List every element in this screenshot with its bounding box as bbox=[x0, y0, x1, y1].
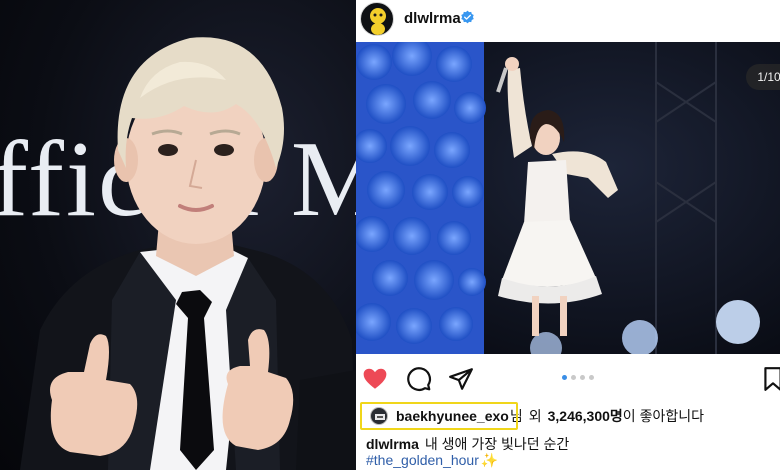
press-photo: fficial M bbox=[0, 0, 356, 470]
share-icon[interactable] bbox=[448, 366, 474, 392]
carousel-dot bbox=[580, 375, 585, 380]
highlight-box bbox=[360, 402, 518, 430]
hashtag-line: #the_golden_hour ✨ bbox=[366, 452, 498, 469]
carousel-dot bbox=[571, 375, 576, 380]
carousel-indicator bbox=[562, 375, 594, 381]
image-counter: 1/10 bbox=[746, 64, 780, 90]
heart-icon[interactable] bbox=[362, 366, 388, 392]
verified-badge-icon bbox=[461, 10, 474, 24]
instagram-post: dlwlrma 1/10 baekhyunee_exo 님 외 3,246,30… bbox=[356, 0, 780, 470]
carousel-dot bbox=[589, 375, 594, 380]
likes-connector: 외 bbox=[528, 408, 542, 424]
likes-count[interactable]: 3,246,300명 bbox=[548, 406, 623, 426]
profile-avatar[interactable] bbox=[360, 2, 394, 36]
post-image[interactable]: 1/10 bbox=[356, 42, 780, 354]
bookmark-icon[interactable] bbox=[760, 366, 780, 392]
post-username[interactable]: dlwlrma bbox=[404, 10, 461, 27]
likes-tail: 이 좋아합니다 bbox=[622, 408, 704, 424]
caption-username[interactable]: dlwlrma bbox=[366, 436, 419, 452]
post-caption: dlwlrma 내 생애 가장 빛나던 순간 bbox=[366, 434, 569, 454]
action-bar bbox=[356, 362, 780, 394]
comment-icon[interactable] bbox=[406, 366, 432, 392]
hashtag-link[interactable]: #the_golden_hour bbox=[366, 452, 479, 468]
caption-text: 내 생애 가장 빛나던 순간 bbox=[424, 436, 570, 452]
person-illustration bbox=[20, 37, 356, 470]
carousel-dot bbox=[562, 375, 567, 380]
sparkle-emoji: ✨ bbox=[480, 452, 499, 468]
post-header: dlwlrma bbox=[356, 0, 780, 40]
concert-photo-illustration bbox=[356, 42, 780, 354]
